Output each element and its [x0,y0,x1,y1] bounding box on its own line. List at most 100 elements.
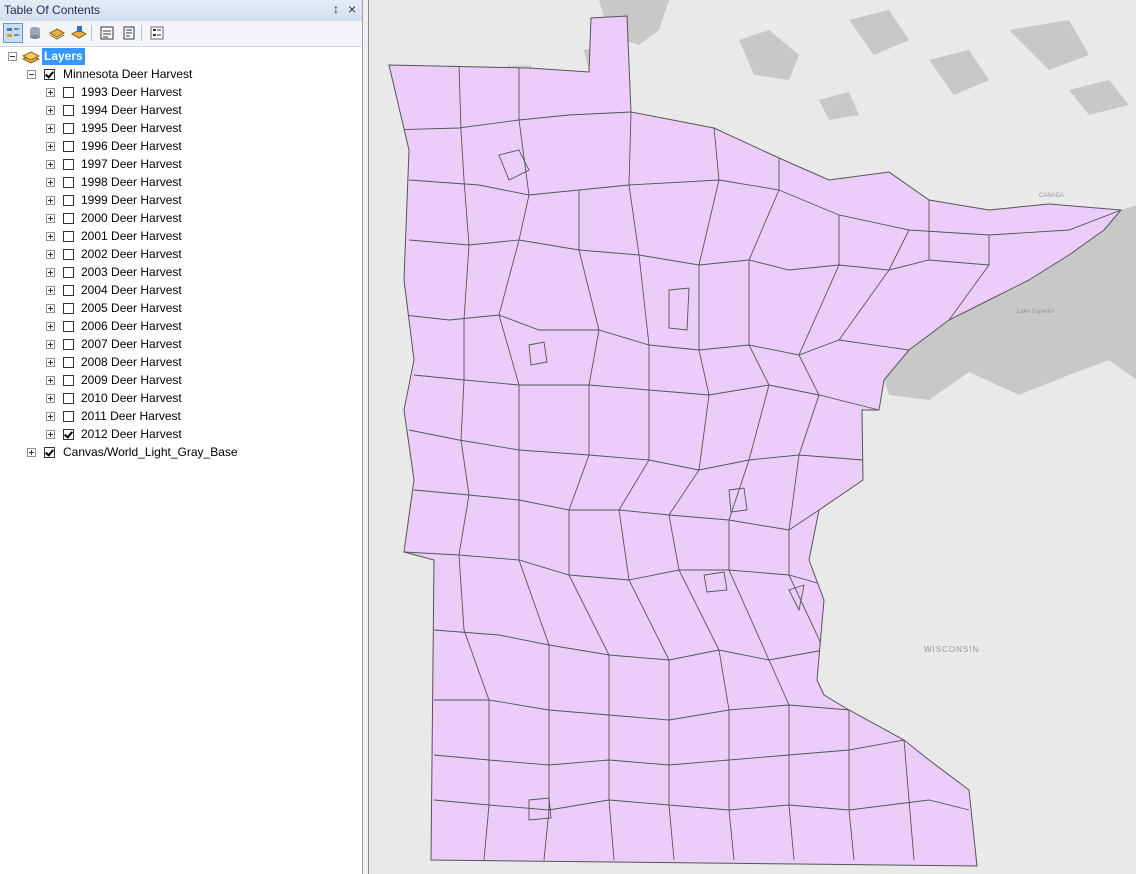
expand-icon[interactable] [46,160,55,169]
tree-label: 2007 Deer Harvest [81,337,182,351]
tree-label: 1993 Deer Harvest [81,85,182,99]
tree-label: Layers [42,48,85,65]
checkbox-unchecked[interactable] [63,105,74,116]
expand-icon[interactable] [46,214,55,223]
tree-layer-item[interactable]: 2003 Deer Harvest [0,264,362,282]
tree-layer-item[interactable]: 2010 Deer Harvest [0,390,362,408]
tree-label: Canvas/World_Light_Gray_Base [63,445,238,459]
tree-label: 2010 Deer Harvest [81,391,182,405]
expand-icon[interactable] [46,394,55,403]
checkbox-unchecked[interactable] [63,393,74,404]
tree-layer-item[interactable]: 2006 Deer Harvest [0,318,362,336]
collapse-icon[interactable] [27,70,36,79]
list-by-source-icon[interactable] [25,23,45,43]
tree-group-minnesota-deer-harvest[interactable]: Minnesota Deer Harvest [0,66,362,84]
toolbar-separator [141,25,142,41]
expand-icon[interactable] [27,448,36,457]
tree-label: 2003 Deer Harvest [81,265,182,279]
tree-layer-item[interactable]: 1993 Deer Harvest [0,84,362,102]
checkbox-unchecked[interactable] [63,195,74,206]
layer-tree: Layers Minnesota Deer Harvest 1993 Deer Ha… [0,47,362,874]
tree-layer-item[interactable]: 1998 Deer Harvest [0,174,362,192]
tree-label: 2000 Deer Harvest [81,211,182,225]
checkbox-checked[interactable] [63,429,74,440]
list-by-drawing-order-icon[interactable] [3,23,23,43]
tree-label: 2002 Deer Harvest [81,247,182,261]
tree-basemap-layer[interactable]: Canvas/World_Light_Gray_Base [0,444,362,462]
label-lake-superior: Lake Superior [1017,309,1054,315]
checkbox-unchecked[interactable] [63,357,74,368]
tree-label: Minnesota Deer Harvest [63,67,193,81]
expand-icon[interactable] [46,376,55,385]
checkbox-unchecked[interactable] [63,177,74,188]
list-by-selection-icon[interactable] [69,23,89,43]
checkbox-unchecked[interactable] [63,267,74,278]
checkbox-unchecked[interactable] [63,321,74,332]
expand-icon[interactable] [46,304,55,313]
tree-label: 2001 Deer Harvest [81,229,182,243]
tree-layer-item[interactable]: 2000 Deer Harvest [0,210,362,228]
tree-label: 2009 Deer Harvest [81,373,182,387]
tree-layer-item[interactable]: 2011 Deer Harvest [0,408,362,426]
expand-icon[interactable] [46,88,55,97]
checkbox-unchecked[interactable] [63,213,74,224]
tree-layer-item[interactable]: 2002 Deer Harvest [0,246,362,264]
tree-label: 1994 Deer Harvest [81,103,182,117]
checkbox-unchecked[interactable] [63,231,74,242]
tree-label: 1999 Deer Harvest [81,193,182,207]
tree-layer-item[interactable]: 2007 Deer Harvest [0,336,362,354]
list-by-visibility-icon[interactable] [47,23,67,43]
expand-icon[interactable] [46,232,55,241]
expand-icon[interactable] [46,268,55,277]
tree-layer-item[interactable]: 2005 Deer Harvest [0,300,362,318]
tree-layer-item[interactable]: 2001 Deer Harvest [0,228,362,246]
tree-root-layers[interactable]: Layers [0,48,362,66]
map-canvas[interactable]: CANADA CANADA Lake Superior WISCONSIN [369,0,1136,874]
close-icon[interactable]: × [348,1,356,17]
checkbox-checked[interactable] [44,69,55,80]
checkbox-unchecked[interactable] [63,123,74,134]
collapse-icon[interactable] [8,52,17,61]
expand-icon[interactable] [46,142,55,151]
expand-icon[interactable] [46,178,55,187]
checkbox-unchecked[interactable] [63,339,74,350]
expand-icon[interactable] [46,196,55,205]
checkbox-unchecked[interactable] [63,249,74,260]
tree-label: 2004 Deer Harvest [81,283,182,297]
tree-layer-item[interactable]: 1995 Deer Harvest [0,120,362,138]
expand-icon[interactable] [46,358,55,367]
expand-icon[interactable] [46,322,55,331]
checkbox-unchecked[interactable] [63,87,74,98]
map-view[interactable]: CANADA CANADA Lake Superior WISCONSIN [368,0,1136,874]
tree-layer-item[interactable]: 1996 Deer Harvest [0,138,362,156]
expand-icon[interactable] [46,286,55,295]
tree-layer-item[interactable]: 2004 Deer Harvest [0,282,362,300]
checkbox-unchecked[interactable] [63,159,74,170]
expand-icon[interactable] [46,106,55,115]
tree-label: 1995 Deer Harvest [81,121,182,135]
tree-layer-item[interactable]: 1994 Deer Harvest [0,102,362,120]
legend-options-icon[interactable] [147,23,167,43]
tree-layer-item[interactable]: 1997 Deer Harvest [0,156,362,174]
tree-layer-item[interactable]: 2012 Deer Harvest [0,426,362,444]
expand-icon[interactable] [46,250,55,259]
checkbox-unchecked[interactable] [63,375,74,386]
checkbox-unchecked[interactable] [63,285,74,296]
tree-layer-item[interactable]: 2009 Deer Harvest [0,372,362,390]
expand-icon[interactable] [46,124,55,133]
checkbox-unchecked[interactable] [63,141,74,152]
options-icon[interactable] [97,23,117,43]
tree-label: 2008 Deer Harvest [81,355,182,369]
layer-properties-icon[interactable] [119,23,139,43]
tree-layer-item[interactable]: 2008 Deer Harvest [0,354,362,372]
expand-icon[interactable] [46,430,55,439]
expand-icon[interactable] [46,412,55,421]
checkbox-checked[interactable] [44,447,55,458]
expand-icon[interactable] [46,340,55,349]
checkbox-unchecked[interactable] [63,411,74,422]
tree-layer-item[interactable]: 1999 Deer Harvest [0,192,362,210]
checkbox-unchecked[interactable] [63,303,74,314]
tree-label: 2011 Deer Harvest [81,409,181,423]
tree-label: 1996 Deer Harvest [81,139,182,153]
pin-icon[interactable]: ↕ [333,2,339,16]
